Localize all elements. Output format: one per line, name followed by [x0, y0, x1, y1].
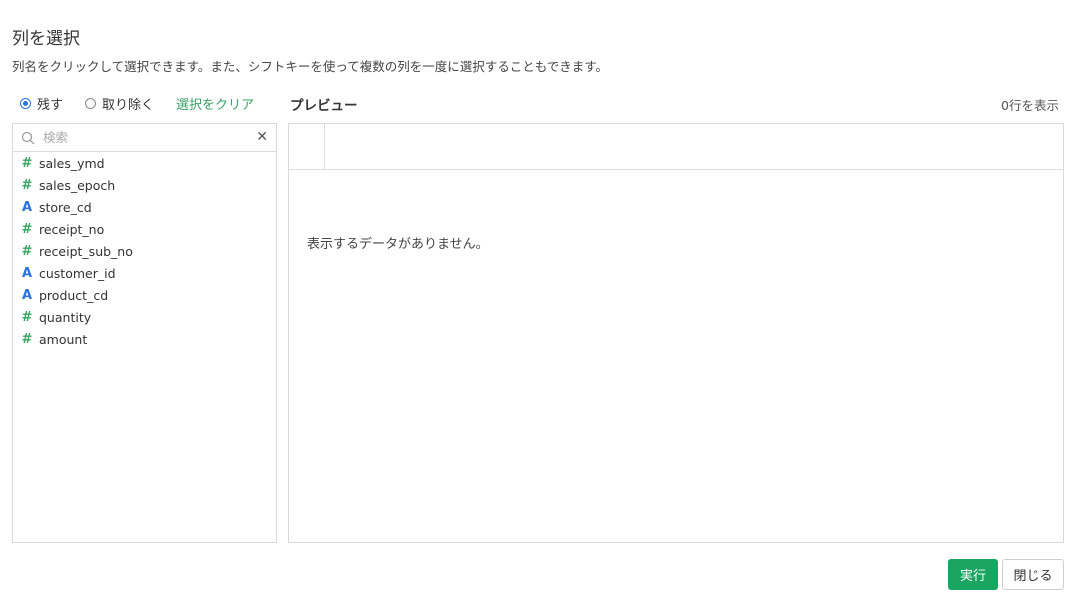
- column-item[interactable]: Astore_cd: [13, 196, 276, 218]
- numeric-type-icon: #: [21, 331, 33, 347]
- column-name: customer_id: [39, 265, 116, 281]
- search-box: ✕: [13, 124, 276, 152]
- column-item[interactable]: # amount: [13, 328, 276, 350]
- numeric-type-icon: #: [21, 243, 33, 259]
- remove-radio-button[interactable]: [85, 97, 97, 109]
- search-icon: [21, 131, 35, 144]
- preview-table-header: [289, 124, 1063, 170]
- row-count-label: 0行を表示: [1001, 98, 1059, 113]
- column-name: receipt_sub_no: [39, 243, 133, 259]
- dialog-description: 列名をクリックして選択できます。また、シフトキーを使って複数の列を一度に選択する…: [12, 59, 609, 74]
- numeric-type-icon: #: [21, 221, 33, 237]
- column-name: quantity: [39, 309, 92, 325]
- column-item[interactable]: Aproduct_cd: [13, 284, 276, 306]
- column-name: sales_epoch: [39, 177, 116, 193]
- column-item[interactable]: # quantity: [13, 306, 276, 328]
- column-item[interactable]: # sales_ymd: [13, 152, 276, 174]
- close-button[interactable]: 閉じる: [1002, 559, 1064, 590]
- keep-radio[interactable]: 残す: [20, 94, 63, 113]
- keep-radio-button[interactable]: [20, 97, 31, 109]
- search-input[interactable]: [41, 129, 245, 146]
- column-list-panel: ✕ # sales_ymd # sales_epoch Astore_cd # receip…: [12, 123, 277, 543]
- column-name: receipt_no: [39, 221, 105, 237]
- column-item[interactable]: Acustomer_id: [13, 262, 276, 284]
- empty-data-message: 表示するデータがありません。: [307, 237, 489, 252]
- column-name: store_cd: [39, 199, 92, 215]
- string-type-icon: A: [21, 199, 33, 215]
- run-button[interactable]: 実行: [948, 559, 998, 590]
- remove-radio[interactable]: 取り除く: [85, 94, 154, 113]
- column-item[interactable]: # sales_epoch: [13, 174, 276, 196]
- column-item[interactable]: # receipt_sub_no: [13, 240, 276, 262]
- preview-panel: 表示するデータがありません。: [288, 123, 1064, 543]
- numeric-type-icon: #: [21, 309, 33, 325]
- column-name: product_cd: [39, 287, 109, 303]
- column-name: sales_ymd: [39, 155, 105, 171]
- string-type-icon: A: [21, 287, 33, 303]
- numeric-type-icon: #: [21, 155, 33, 171]
- dialog-title: 列を選択: [12, 29, 80, 49]
- clear-search-icon[interactable]: ✕: [256, 130, 268, 144]
- preview-header-cell: [289, 124, 325, 169]
- remove-radio-label: 取り除く: [102, 97, 155, 113]
- column-name: amount: [39, 331, 88, 347]
- column-item[interactable]: # receipt_no: [13, 218, 276, 240]
- string-type-icon: A: [21, 265, 33, 281]
- numeric-type-icon: #: [21, 177, 33, 193]
- mode-selector: 残す 取り除く 選択をクリア: [20, 94, 254, 113]
- column-list: # sales_ymd # sales_epoch Astore_cd # receipt_…: [13, 152, 276, 350]
- preview-title: プレビュー: [290, 98, 358, 114]
- clear-selection-link[interactable]: 選択をクリア: [176, 94, 254, 113]
- keep-radio-label: 残す: [37, 97, 64, 113]
